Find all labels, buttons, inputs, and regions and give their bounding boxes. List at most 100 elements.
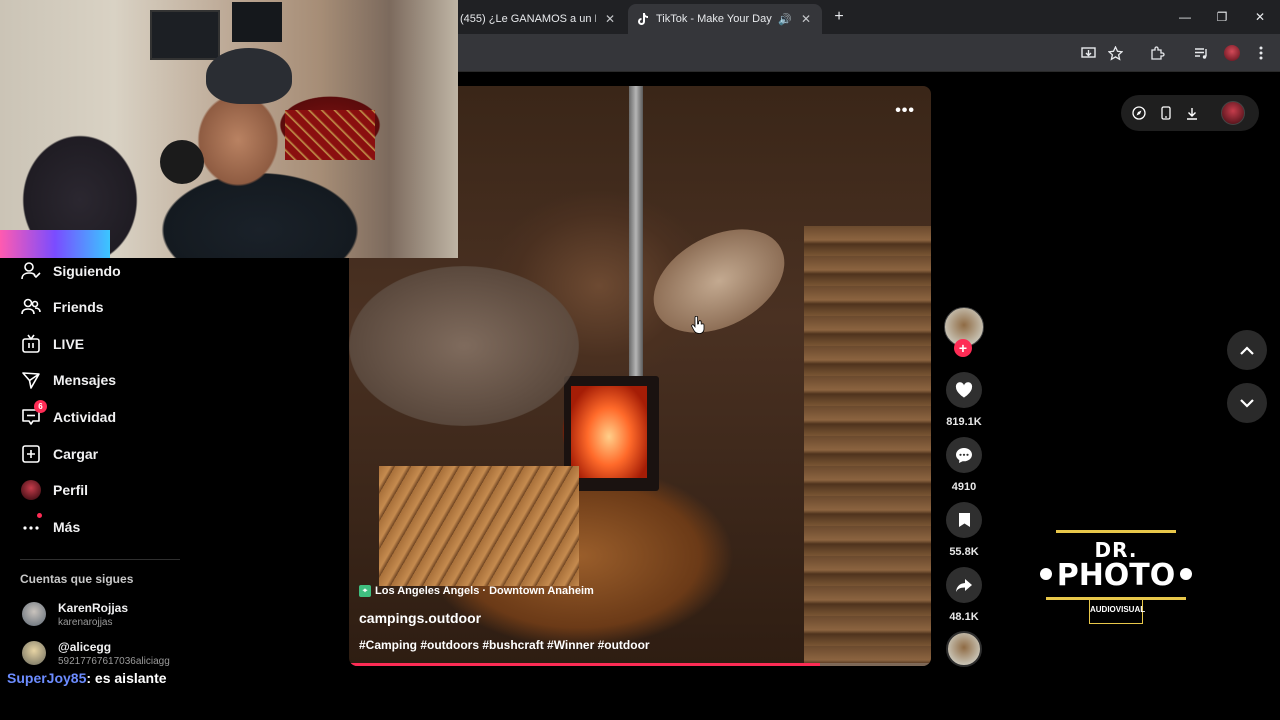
following-accounts-title: Cuentas que sigues — [20, 572, 134, 586]
activity-icon: 6 — [20, 400, 47, 428]
share-button[interactable] — [946, 567, 982, 603]
video-progress-fill — [349, 663, 821, 666]
location-tag[interactable]: ⌖ Los Angeles Angels · Downtown Anaheim — [359, 583, 594, 599]
follow-plus-icon[interactable]: + — [954, 339, 972, 357]
user-avatar[interactable] — [1221, 101, 1245, 125]
chevron-down-icon — [1240, 398, 1254, 408]
blurred-arm — [349, 266, 579, 426]
minimize-icon[interactable]: — — [1174, 6, 1196, 28]
sidebar-item-label: Actividad — [53, 409, 117, 425]
install-app-icon[interactable] — [1078, 43, 1098, 63]
like-count: 819.1K — [946, 416, 982, 428]
stream-chat-message: SuperJoy85: es aislante — [7, 670, 167, 686]
watermark-dot — [1180, 568, 1192, 580]
video-top-actions — [1121, 95, 1259, 131]
stove-fire — [571, 386, 647, 478]
comment-button[interactable] — [946, 437, 982, 473]
more-icon — [20, 513, 42, 538]
sidebar-item-live[interactable]: LIVE — [20, 330, 84, 358]
location-text: Los Angeles Angels · Downtown Anaheim — [375, 585, 594, 597]
following-account[interactable]: @alicegg 59217767617036aliciagg — [22, 637, 170, 669]
watermark-subtitle: AUDIOVISUAL — [1089, 599, 1145, 624]
sidebar-item-mensajes[interactable]: Mensajes — [20, 366, 116, 394]
rgb-keyboard — [0, 230, 110, 258]
video-caption[interactable]: #Camping #outdoors #bushcraft #Winner #o… — [359, 638, 650, 652]
restore-icon[interactable]: ❐ — [1211, 6, 1233, 28]
phone-icon[interactable] — [1156, 103, 1176, 123]
blurred-hand — [636, 208, 802, 354]
location-pin-icon: ⌖ — [359, 585, 371, 597]
hand-cursor-icon — [691, 316, 705, 334]
webcam-overlay — [0, 0, 458, 258]
account-handle: 59217767617036aliciagg — [58, 655, 170, 667]
sidebar-item-label: Perfil — [53, 482, 89, 498]
profile-avatar-icon[interactable] — [1222, 43, 1242, 63]
chat-text: : es aislante — [86, 670, 167, 686]
account-handle: karenarojjas — [58, 616, 113, 628]
sidebar-item-siguiendo[interactable]: Siguiendo — [20, 257, 121, 285]
monitor — [232, 2, 282, 42]
notification-dot — [37, 513, 42, 518]
sidebar-item-label: Cargar — [53, 446, 99, 462]
save-button[interactable] — [946, 502, 982, 538]
video-more-options-icon[interactable]: ••• — [895, 102, 915, 120]
sidebar-item-label: LIVE — [53, 336, 85, 352]
chat-username: SuperJoy85 — [7, 670, 87, 686]
music-disc-icon[interactable] — [946, 631, 982, 667]
close-tab-icon[interactable]: ✕ — [798, 12, 814, 26]
sidebar-divider — [20, 559, 180, 560]
firewood-pile — [379, 466, 579, 586]
video-author-name[interactable]: campings.outdoor — [359, 610, 481, 626]
bookmark-star-icon[interactable] — [1105, 43, 1125, 63]
media-control-icon[interactable] — [1191, 43, 1211, 63]
monitor — [150, 10, 220, 60]
extensions-icon[interactable] — [1147, 43, 1167, 63]
watermark-line — [1056, 530, 1176, 533]
stove-pipe — [629, 86, 643, 386]
following-account[interactable]: KarenRojjas karenarojjas — [22, 598, 128, 630]
profile-icon — [20, 479, 42, 501]
messages-icon — [20, 369, 42, 391]
save-count: 55.8K — [949, 546, 979, 558]
new-tab-button[interactable]: + — [830, 8, 848, 26]
speaker-icon[interactable]: 🔊 — [778, 13, 792, 26]
watermark-text: PHOTO — [1056, 558, 1176, 593]
bookmark-icon — [958, 513, 970, 527]
account-name: KarenRojjas — [58, 600, 129, 615]
tiktok-favicon-icon — [636, 13, 648, 25]
download-icon[interactable] — [1182, 103, 1202, 123]
following-icon — [20, 260, 42, 282]
notification-badge: 6 — [34, 400, 47, 413]
sidebar-item-cargar[interactable]: Cargar — [20, 440, 98, 468]
close-tab-icon[interactable]: ✕ — [602, 12, 618, 26]
stacked-firewood — [804, 226, 931, 666]
comment-icon — [956, 447, 972, 463]
microphone — [160, 140, 204, 184]
sidebar-item-perfil[interactable]: Perfil — [20, 476, 88, 504]
browser-tab-youtube[interactable]: (455) ¿Le GANAMOS a un MILA ✕ — [452, 4, 626, 34]
video-progress-bar[interactable] — [349, 663, 931, 666]
cap — [206, 48, 292, 104]
tab-title: TikTok - Make Your Day — [656, 13, 772, 25]
sidebar-item-friends[interactable]: Friends — [20, 293, 104, 321]
like-button[interactable] — [946, 372, 982, 408]
sidebar-item-label: Friends — [53, 299, 104, 315]
browser-tab-tiktok[interactable]: TikTok - Make Your Day 🔊 ✕ — [628, 4, 822, 34]
comment-count: 4910 — [951, 481, 977, 493]
share-arrow-icon — [956, 578, 972, 592]
tab-title: (455) ¿Le GANAMOS a un MILA — [460, 13, 596, 25]
account-name: @alicegg — [58, 639, 112, 654]
sidebar-item-label: Siguiendo — [53, 263, 121, 279]
next-video-button[interactable] — [1227, 383, 1267, 423]
sidebar-item-label: Más — [53, 519, 81, 535]
table-cloth — [285, 110, 375, 160]
compass-icon[interactable] — [1129, 103, 1149, 123]
sidebar-item-actividad[interactable]: 6 Actividad — [20, 400, 117, 431]
sidebar-item-label: Mensajes — [53, 372, 117, 388]
avatar — [22, 602, 46, 626]
browser-menu-icon[interactable] — [1251, 43, 1271, 63]
close-window-icon[interactable]: ✕ — [1249, 6, 1271, 28]
upload-icon — [20, 443, 42, 465]
sidebar-item-mas[interactable]: Más — [20, 513, 80, 541]
previous-video-button[interactable] — [1227, 330, 1267, 370]
